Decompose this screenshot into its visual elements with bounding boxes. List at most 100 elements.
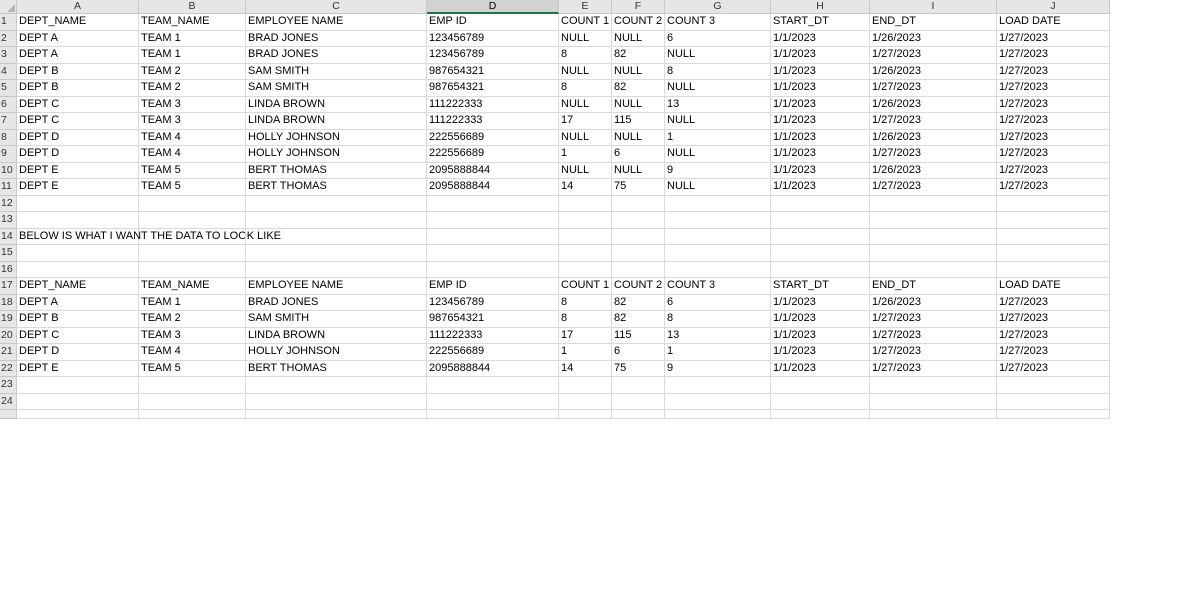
cell-j5[interactable]: 1/27/2023 [997,80,1110,97]
cell-b2[interactable]: TEAM 1 [139,30,246,47]
cell-e5[interactable]: 8 [559,80,612,97]
cell-c13[interactable] [246,212,427,229]
cell-a1[interactable]: DEPT_NAME [17,14,139,31]
cell-d14[interactable] [427,228,559,245]
cell-a23[interactable] [17,377,139,394]
cell-j8[interactable]: 1/27/2023 [997,129,1110,146]
cell-b13[interactable] [139,212,246,229]
cell-i18[interactable]: 1/26/2023 [870,294,997,311]
row-header[interactable]: 18 [0,294,17,311]
cell-a10[interactable]: DEPT E [17,162,139,179]
cell-a2[interactable]: DEPT A [17,30,139,47]
cell-d13[interactable] [427,212,559,229]
cell-b16[interactable] [139,261,246,278]
cell-j17[interactable]: LOAD DATE [997,278,1110,295]
cell-g7[interactable]: NULL [665,113,771,130]
cell-i12[interactable] [870,195,997,212]
cell-e11[interactable]: 14 [559,179,612,196]
cell-h7[interactable]: 1/1/2023 [771,113,870,130]
cell-d10[interactable]: 2095888844 [427,162,559,179]
cell-a11[interactable]: DEPT E [17,179,139,196]
cell-j11[interactable]: 1/27/2023 [997,179,1110,196]
cell-d18[interactable]: 123456789 [427,294,559,311]
cell-a20[interactable]: DEPT C [17,327,139,344]
cell-c9[interactable]: HOLLY JOHNSON [246,146,427,163]
cell-e21[interactable]: 1 [559,344,612,361]
cell-j13[interactable] [997,212,1110,229]
cell-e2[interactable]: NULL [559,30,612,47]
row-header[interactable]: 20 [0,327,17,344]
cell-partial-row[interactable] [246,410,427,419]
cell-e7[interactable]: 17 [559,113,612,130]
spreadsheet[interactable]: A B C D E F G H I J 1 DEPT_NAME TEAM_NAME E… [0,0,1110,420]
column-header-h[interactable]: H [771,0,870,14]
row-header[interactable]: 4 [0,63,17,80]
cell-b24[interactable] [139,393,246,410]
row-header[interactable]: 14 [0,228,17,245]
cell-j2[interactable]: 1/27/2023 [997,30,1110,47]
cell-j4[interactable]: 1/27/2023 [997,63,1110,80]
cell-a24[interactable] [17,393,139,410]
cell-i10[interactable]: 1/26/2023 [870,162,997,179]
cell-j19[interactable]: 1/27/2023 [997,311,1110,328]
cell-i14[interactable] [870,228,997,245]
cell-e19[interactable]: 8 [559,311,612,328]
row-header[interactable]: 22 [0,360,17,377]
cell-c1[interactable]: EMPLOYEE NAME [246,14,427,31]
cell-j12[interactable] [997,195,1110,212]
cell-partial-row[interactable] [559,410,612,419]
cell-h5[interactable]: 1/1/2023 [771,80,870,97]
cell-i2[interactable]: 1/26/2023 [870,30,997,47]
cell-f5[interactable]: 82 [612,80,665,97]
cell-partial-row[interactable] [870,410,997,419]
row-header[interactable]: 9 [0,146,17,163]
cell-h14[interactable] [771,228,870,245]
cell-g3[interactable]: NULL [665,47,771,64]
cell-a6[interactable]: DEPT C [17,96,139,113]
cell-g20[interactable]: 13 [665,327,771,344]
row-header[interactable]: 24 [0,393,17,410]
cell-c3[interactable]: BRAD JONES [246,47,427,64]
cell-f23[interactable] [612,377,665,394]
cell-f17[interactable]: COUNT 2 [612,278,665,295]
cell-h8[interactable]: 1/1/2023 [771,129,870,146]
cell-g18[interactable]: 6 [665,294,771,311]
cell-b14[interactable] [139,228,246,245]
cell-g5[interactable]: NULL [665,80,771,97]
select-all-corner[interactable] [0,0,17,14]
cell-e1[interactable]: COUNT 1 [559,14,612,31]
cell-h6[interactable]: 1/1/2023 [771,96,870,113]
cell-i21[interactable]: 1/27/2023 [870,344,997,361]
cell-c2[interactable]: BRAD JONES [246,30,427,47]
cell-e12[interactable] [559,195,612,212]
column-header-j[interactable]: J [997,0,1110,14]
cell-j15[interactable] [997,245,1110,262]
cell-d15[interactable] [427,245,559,262]
cell-h16[interactable] [771,261,870,278]
cell-b21[interactable]: TEAM 4 [139,344,246,361]
cell-i8[interactable]: 1/26/2023 [870,129,997,146]
cell-partial-row[interactable] [612,410,665,419]
cell-f9[interactable]: 6 [612,146,665,163]
cell-h22[interactable]: 1/1/2023 [771,360,870,377]
cell-e4[interactable]: NULL [559,63,612,80]
cell-h1[interactable]: START_DT [771,14,870,31]
cell-f19[interactable]: 82 [612,311,665,328]
cell-a17[interactable]: DEPT_NAME [17,278,139,295]
cell-f3[interactable]: 82 [612,47,665,64]
cell-j10[interactable]: 1/27/2023 [997,162,1110,179]
cell-g6[interactable]: 13 [665,96,771,113]
row-header[interactable]: 17 [0,278,17,295]
cell-i17[interactable]: END_DT [870,278,997,295]
cell-e22[interactable]: 14 [559,360,612,377]
cell-d1[interactable]: EMP ID [427,14,559,31]
row-header[interactable]: 2 [0,30,17,47]
cell-b5[interactable]: TEAM 2 [139,80,246,97]
cell-d12[interactable] [427,195,559,212]
cell-g23[interactable] [665,377,771,394]
cell-j24[interactable] [997,393,1110,410]
cell-c8[interactable]: HOLLY JOHNSON [246,129,427,146]
row-header[interactable]: 10 [0,162,17,179]
cell-d23[interactable] [427,377,559,394]
cell-j3[interactable]: 1/27/2023 [997,47,1110,64]
